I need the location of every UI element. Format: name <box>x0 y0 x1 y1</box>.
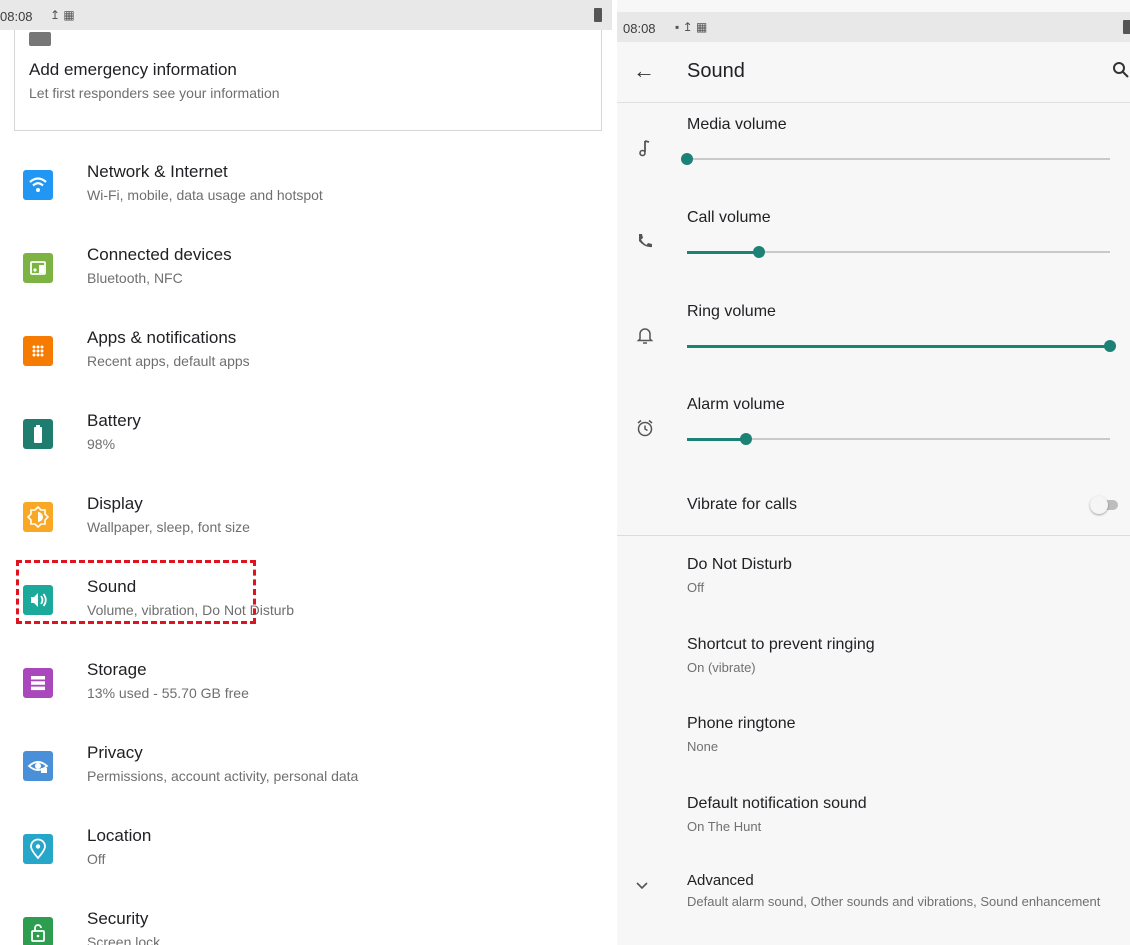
status-bar: 08:08 ↥ ▦ <box>0 0 612 30</box>
battery-status-icon <box>594 8 602 22</box>
alarm-volume-row: Alarm volume <box>617 396 1130 486</box>
ring-volume-row: Ring volume <box>617 303 1130 393</box>
pref-title: Do Not Disturb <box>687 556 792 573</box>
phone-ringtone-item[interactable]: Phone ringtone None <box>617 715 1130 775</box>
settings-item-title: Storage <box>87 660 147 679</box>
toggle-knob <box>1090 496 1108 514</box>
shortcut-prevent-ringing-item[interactable]: Shortcut to prevent ringing On (vibrate) <box>617 636 1130 696</box>
wifi-icon <box>23 170 53 200</box>
media-volume-row: Media volume <box>617 116 1130 206</box>
emergency-info-card[interactable]: Add emergency information Let first resp… <box>14 30 602 131</box>
advanced-title: Advanced <box>687 872 754 889</box>
pref-subtitle: Off <box>687 580 705 595</box>
settings-item-subtitle: Bluetooth, NFC <box>87 270 183 286</box>
emergency-icon <box>29 32 51 46</box>
settings-item-subtitle: 13% used - 55.70 GB free <box>87 685 249 701</box>
settings-item-subtitle: Off <box>87 851 106 867</box>
slider-fill <box>687 437 747 441</box>
call-volume-slider[interactable] <box>687 246 1110 258</box>
lock-icon <box>23 917 53 945</box>
settings-item-storage[interactable]: Storage 13% used - 55.70 GB free <box>0 658 612 738</box>
volume-label: Alarm volume <box>687 396 785 413</box>
slider-thumb[interactable] <box>752 246 765 258</box>
music-note-icon <box>635 138 655 158</box>
status-time: 08:08 <box>0 9 33 24</box>
settings-item-apps[interactable]: Apps & notifications Recent apps, defaul… <box>0 326 612 406</box>
default-notification-sound-item[interactable]: Default notification sound On The Hunt <box>617 795 1130 855</box>
settings-item-subtitle: Wallpaper, sleep, font size <box>87 519 250 535</box>
settings-item-subtitle: Recent apps, default apps <box>87 353 250 369</box>
slider-thumb[interactable] <box>681 153 693 165</box>
status-icons: ▪ ↥ ▦ <box>675 20 708 34</box>
phone-icon <box>635 231 655 251</box>
vibrate-label: Vibrate for calls <box>687 496 797 513</box>
vibrate-toggle[interactable] <box>1090 496 1118 514</box>
bell-icon <box>635 325 655 345</box>
settings-item-subtitle: Permissions, account activity, personal … <box>87 768 359 784</box>
advanced-item[interactable]: Advanced Default alarm sound, Other soun… <box>617 872 1130 922</box>
pref-title: Shortcut to prevent ringing <box>687 636 875 653</box>
battery-icon <box>23 419 53 449</box>
sound-settings-panel: 08:08 ▪ ↥ ▦ ← Sound Media volume Call vo… <box>617 0 1130 945</box>
slider-thumb[interactable] <box>1104 340 1116 352</box>
volume-label: Ring volume <box>687 303 776 320</box>
page-title: Sound <box>687 60 745 82</box>
settings-item-connected-devices[interactable]: Connected devices Bluetooth, NFC <box>0 243 612 323</box>
sound-highlight-box <box>16 560 256 624</box>
app-bar: ← Sound <box>617 44 1130 103</box>
settings-item-privacy[interactable]: Privacy Permissions, account activity, p… <box>0 741 612 821</box>
pref-subtitle: None <box>687 739 719 754</box>
alarm-volume-slider[interactable] <box>687 433 1110 445</box>
section-divider <box>617 535 1130 536</box>
settings-item-subtitle: Screen lock <box>87 934 161 945</box>
brightness-icon <box>23 502 53 532</box>
pref-title: Phone ringtone <box>687 715 796 732</box>
settings-item-subtitle: Wi-Fi, mobile, data usage and hotspot <box>87 187 323 203</box>
devices-icon <box>23 253 53 283</box>
pref-title: Default notification sound <box>687 795 867 812</box>
settings-item-title: Security <box>87 909 149 928</box>
settings-item-title: Apps & notifications <box>87 328 237 347</box>
settings-item-title: Connected devices <box>87 245 232 264</box>
settings-item-title: Battery <box>87 411 141 430</box>
pref-subtitle: On (vibrate) <box>687 660 756 675</box>
privacy-icon <box>23 751 53 781</box>
settings-item-security[interactable]: Security Screen lock <box>0 907 612 945</box>
battery-status-icon <box>1123 20 1130 34</box>
search-icon[interactable] <box>1112 61 1130 79</box>
slider-thumb[interactable] <box>740 433 753 445</box>
location-icon <box>23 834 53 864</box>
settings-item-title: Display <box>87 494 143 513</box>
do-not-disturb-item[interactable]: Do Not Disturb Off <box>617 556 1130 616</box>
settings-home-panel: 08:08 ↥ ▦ Add emergency information Let … <box>0 0 612 945</box>
ring-volume-slider[interactable] <box>687 340 1116 352</box>
slider-fill <box>687 250 759 254</box>
volume-label: Call volume <box>687 209 771 226</box>
status-bar: 08:08 ▪ ↥ ▦ <box>617 12 1130 42</box>
alarm-icon <box>635 418 655 438</box>
emergency-title: Add emergency information <box>29 60 237 79</box>
status-icons: ↥ ▦ <box>50 8 75 22</box>
settings-item-title: Privacy <box>87 743 143 762</box>
settings-item-network[interactable]: Network & Internet Wi-Fi, mobile, data u… <box>0 160 612 240</box>
call-volume-row: Call volume <box>617 209 1130 299</box>
chevron-down-icon <box>635 878 649 897</box>
volume-label: Media volume <box>687 116 787 133</box>
emergency-subtitle: Let first responders see your informatio… <box>29 85 280 101</box>
pref-subtitle: On The Hunt <box>687 819 762 834</box>
advanced-subtitle: Default alarm sound, Other sounds and vi… <box>687 894 1101 909</box>
settings-item-location[interactable]: Location Off <box>0 824 612 904</box>
vibrate-for-calls-row[interactable]: Vibrate for calls <box>617 482 1130 532</box>
slider-fill <box>687 344 1110 348</box>
media-volume-slider[interactable] <box>681 153 1110 165</box>
settings-item-subtitle: 98% <box>87 436 116 452</box>
storage-icon <box>23 668 53 698</box>
status-time: 08:08 <box>623 21 656 36</box>
settings-item-title: Network & Internet <box>87 162 228 181</box>
back-arrow-icon[interactable]: ← <box>633 58 655 84</box>
apps-icon <box>23 336 53 366</box>
settings-item-title: Location <box>87 826 152 845</box>
settings-item-battery[interactable]: Battery 98% <box>0 409 612 489</box>
